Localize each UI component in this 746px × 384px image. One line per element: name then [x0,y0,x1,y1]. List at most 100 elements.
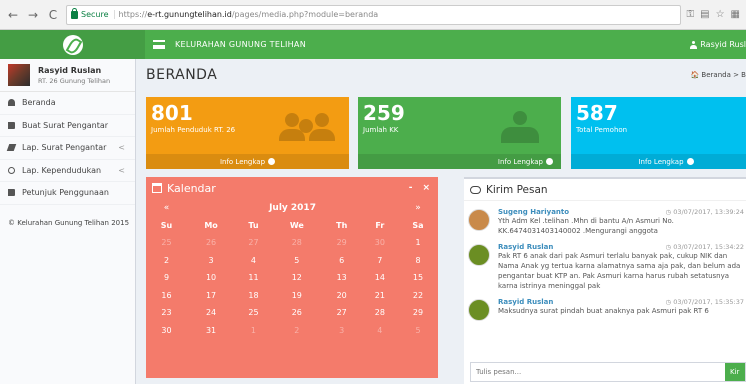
calendar-day[interactable]: 2 [146,252,187,270]
message-author[interactable]: Sugeng Hariyanto [498,208,569,216]
message-time: ◷ 03/07/2017, 15:34:22 [665,243,744,251]
chat-header: Kirim Pesan [464,179,746,201]
prev-month-button[interactable]: « [146,199,187,217]
calendar-day[interactable]: 29 [322,234,362,252]
calendar-day[interactable]: 25 [235,304,272,322]
calendar-day[interactable]: 31 [187,322,235,340]
calendar-day[interactable]: 16 [146,287,187,305]
weekday-label: Th [336,220,348,230]
calendar-day[interactable]: 30 [146,322,187,340]
calendar-day[interactable]: 14 [362,269,398,287]
chat-message: Rasyid Ruslan ◷ 03/07/2017, 15:35:37 Maks… [464,298,746,321]
calendar-day[interactable]: 3 [322,322,362,340]
calendar-day[interactable]: 18 [235,287,272,305]
sidebar-item-buat-surat[interactable]: Buat Surat Pengantar [0,115,135,137]
avatar [8,64,30,86]
info-link[interactable]: Info Lengkap [358,154,561,169]
calendar-day[interactable]: 28 [272,234,322,252]
weekday-label: Fr [375,220,385,230]
browser-toolbar: ← → C Secure https://e-rt.gunungtelihan.… [0,0,746,30]
calendar-day[interactable]: 17 [187,287,235,305]
calendar-day[interactable]: 10 [187,269,235,287]
pencil-icon [6,144,17,152]
message-text: Pak RT 6 anak dari pak Asmuri terlalu ba… [498,252,741,290]
user-menu[interactable]: Rasyid Rusl [690,40,746,49]
stat-box-kk: 259 Jumlah KK Info Lengkap [358,97,561,169]
calendar-day[interactable]: 29 [398,304,438,322]
chat-message: Rasyid Ruslan ◷ 03/07/2017, 15:34:22 Pak … [464,243,746,291]
next-month-button[interactable]: » [398,199,438,217]
chevron-left-icon: < [118,143,125,153]
calendar-day[interactable]: 30 [362,234,398,252]
calendar-day[interactable]: 2 [272,322,322,340]
calendar-day[interactable]: 6 [322,252,362,270]
sidebar-item-lap-kependudukan[interactable]: Lap. Kependudukan < [0,160,135,182]
message-text: Maksudnya surat pindah buat anaknya pak … [498,307,709,315]
calendar-day[interactable]: 21 [362,287,398,305]
app-logo[interactable] [0,30,145,59]
calendar-day[interactable]: 4 [235,252,272,270]
address-bar[interactable]: Secure https://e-rt.gunungtelihan.id/pag… [66,4,681,25]
stat-box-pemohon: 587 Total Pemohon Info Lengkap [571,97,746,169]
calendar-day[interactable]: 1 [235,322,272,340]
sidebar-item-beranda[interactable]: Beranda [0,92,135,115]
page-title: BERANDA [146,67,218,83]
back-icon[interactable]: ← [6,8,20,22]
arrow-circle-right-icon [268,158,276,165]
avatar [468,209,490,231]
calendar-day[interactable]: 27 [322,304,362,322]
calendar-day[interactable]: 25 [146,234,187,252]
breadcrumb[interactable]: 🏠 Beranda > B [690,71,746,79]
translate-icon[interactable]: ▤ [700,9,709,20]
extension-icon[interactable]: ▦ [731,9,740,20]
calendar-day[interactable]: 11 [235,269,272,287]
calendar-day[interactable]: 28 [362,304,398,322]
sidebar-item-petunjuk[interactable]: Petunjuk Penggunaan [0,182,135,205]
book-icon [8,121,15,129]
bookmark-star-icon[interactable]: ☆ [716,9,725,20]
calendar-day[interactable]: 8 [398,252,438,270]
reload-icon[interactable]: C [46,8,60,22]
calendar-day[interactable]: 7 [362,252,398,270]
message-author[interactable]: Rasyid Ruslan [498,243,553,251]
calendar-day[interactable]: 13 [322,269,362,287]
close-button[interactable]: × [422,183,430,193]
message-input[interactable] [471,368,725,376]
calendar-day[interactable]: 26 [272,304,322,322]
calendar-day[interactable]: 22 [398,287,438,305]
calendar-day[interactable]: 12 [272,269,322,287]
chat-box: Kirim Pesan Sugeng Hariyanto ◷ 03/07/2017… [464,177,746,384]
calendar-icon [152,183,162,193]
message-author[interactable]: Rasyid Ruslan [498,298,553,306]
calendar-day[interactable]: 9 [146,269,187,287]
calendar-day[interactable]: 5 [272,252,322,270]
calendar-day[interactable]: 5 [398,322,438,340]
calendar-day[interactable]: 19 [272,287,322,305]
key-icon[interactable]: ⚿ [687,9,695,20]
minimize-button[interactable]: - [409,183,413,193]
secure-indicator[interactable]: Secure [71,7,115,19]
send-button[interactable]: Kir [725,363,745,381]
calendar-day[interactable]: 27 [235,234,272,252]
info-link[interactable]: Info Lengkap [571,154,746,169]
url-host: e-rt.gunungtelihan.id [147,10,232,19]
calendar-day[interactable]: 20 [322,287,362,305]
sidebar-user-rt: RT. 26 Gunung Telihan [38,76,111,85]
calendar-day[interactable]: 3 [187,252,235,270]
url-protocol: https:// [118,10,148,19]
stat-label: Total Pemohon [576,126,628,134]
calendar-month[interactable]: July 2017 [187,199,398,217]
menu-toggle-icon[interactable] [153,40,165,49]
info-link[interactable]: Info Lengkap [146,154,349,169]
calendar-grid: « July 2017 » Su Mo Tu We Th Fr Sa 25 26 27 28 29 3… [146,199,438,339]
calendar-day[interactable]: 1 [398,234,438,252]
sidebar: Rasyid Ruslan RT. 26 Gunung Telihan Bera… [0,59,136,384]
message-text: Yth Adm Kel .telihan .Mhn di bantu A/n A… [498,217,674,235]
sidebar-item-lap-surat[interactable]: Lap. Surat Pengantar < [0,137,135,160]
calendar-day[interactable]: 4 [362,322,398,340]
calendar-day[interactable]: 26 [187,234,235,252]
forward-icon[interactable]: → [26,8,40,22]
calendar-day[interactable]: 23 [146,304,187,322]
calendar-day[interactable]: 24 [187,304,235,322]
calendar-day[interactable]: 15 [398,269,438,287]
